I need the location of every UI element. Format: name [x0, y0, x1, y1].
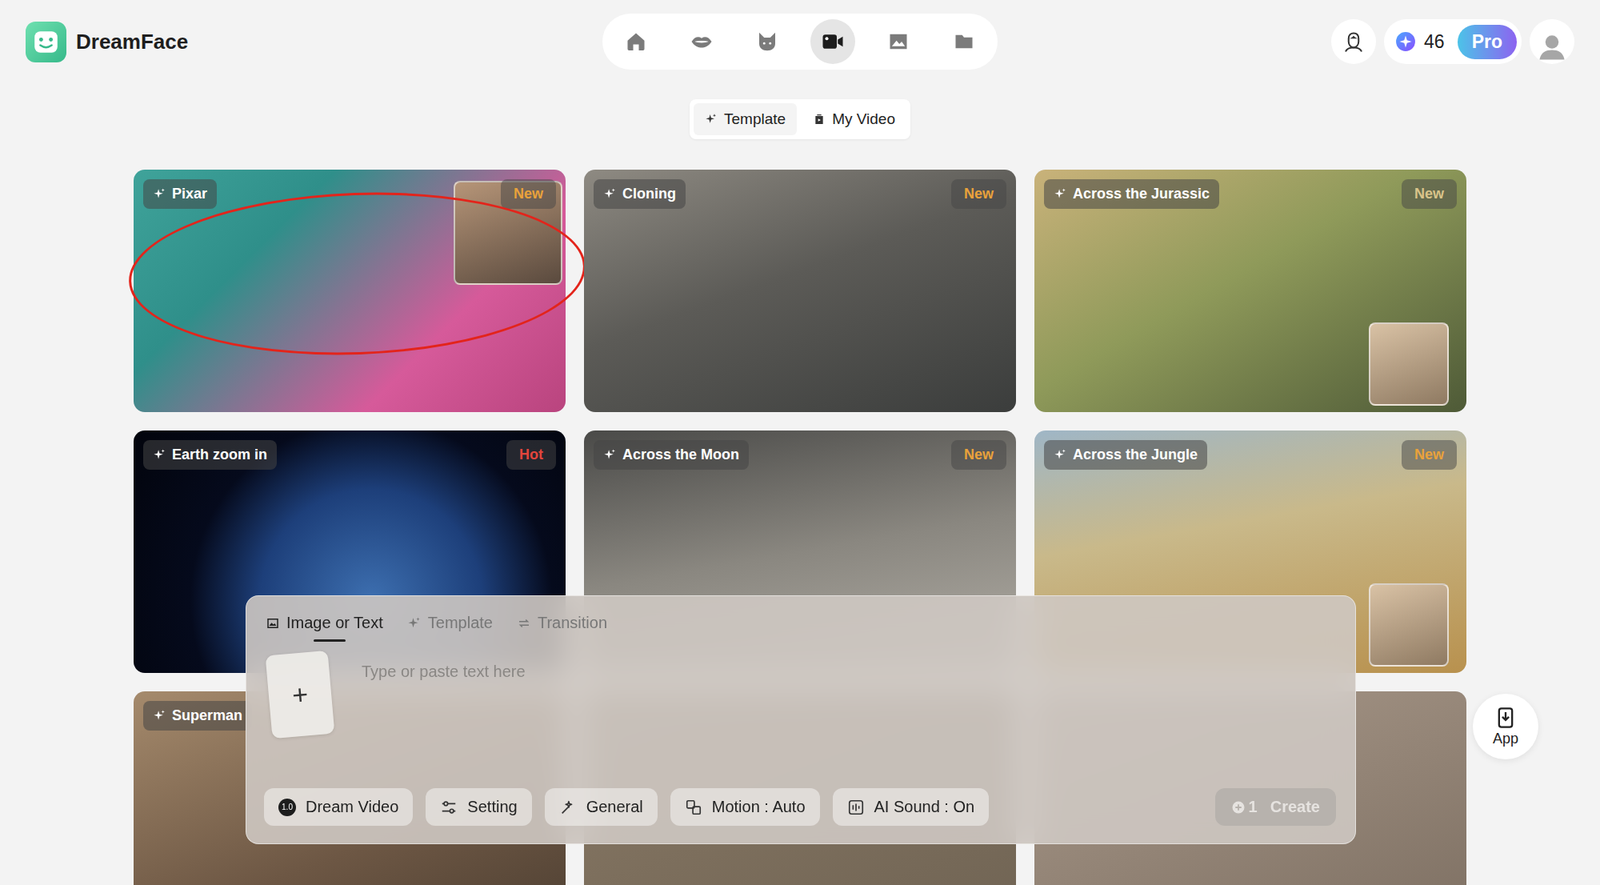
tool-button[interactable]: Motion : Auto: [670, 788, 820, 826]
account-area: 46 Pro: [997, 19, 1575, 64]
template-badge: New: [1401, 440, 1457, 470]
image-icon: [265, 616, 280, 631]
tool-button[interactable]: 1.0Dream Video: [264, 788, 413, 826]
credit-count: 46: [1424, 31, 1445, 53]
top-bar: DreamFace 46 Pro: [0, 0, 1600, 84]
user-avatar[interactable]: [1529, 19, 1575, 64]
face-icon: [1341, 29, 1366, 54]
sparkle-icon: [152, 708, 167, 723]
main-nav: [602, 13, 998, 70]
composer-toolbar: 1.0Dream Video Setting General Motion : Aut…: [264, 788, 1336, 826]
sparkle-icon: [152, 448, 167, 462]
composer-tab[interactable]: Image or Text: [264, 610, 385, 642]
template-title: Earth zoom in: [143, 440, 277, 470]
image-icon: [887, 30, 910, 53]
face-swap-button[interactable]: [1331, 19, 1376, 64]
video-folder-icon: [812, 112, 826, 126]
composer-panel: Image or Text Template Transition +1.0Dream…: [245, 595, 1356, 844]
create-button[interactable]: 1Create: [1215, 788, 1336, 826]
page: DreamFace46ProTemplateMy VideoPixarNewCl…: [0, 0, 1600, 885]
tool-button[interactable]: General: [544, 788, 658, 826]
credit-pill[interactable]: 46 Pro: [1384, 19, 1522, 64]
nav-item[interactable]: [810, 19, 856, 64]
video-icon: [820, 29, 845, 54]
folder-icon: [952, 30, 976, 53]
brand-name[interactable]: DreamFace: [76, 29, 188, 55]
prompt-input[interactable]: [361, 656, 1336, 688]
template-badge: New: [951, 440, 1007, 470]
nav-item[interactable]: [744, 19, 790, 64]
sparkle-icon: [603, 187, 617, 201]
nav-item[interactable]: [941, 19, 987, 64]
sparkle-icon: [1053, 187, 1068, 201]
sparkle-icon: [704, 112, 718, 126]
sparkle-icon: [1053, 448, 1068, 462]
phone-download-icon: [1494, 706, 1517, 729]
template-title: Cloning: [593, 179, 686, 209]
brand[interactable]: DreamFace: [25, 21, 603, 63]
source-thumbnail: [1368, 583, 1449, 667]
tool-button[interactable]: AI Sound : On: [832, 788, 990, 826]
template-title: Across the Jungle: [1044, 440, 1208, 470]
nav-item[interactable]: [876, 19, 921, 64]
wand-icon: [559, 798, 577, 816]
view-tabs: TemplateMy Video: [689, 99, 911, 140]
template-title: Pixar: [143, 179, 217, 209]
sparkle-icon: [152, 187, 167, 201]
sound-icon: [847, 798, 865, 816]
sparkle-icon: [603, 448, 617, 462]
home-icon: [624, 30, 648, 53]
composer-tab[interactable]: Template: [405, 610, 495, 642]
nav-item[interactable]: [679, 19, 724, 64]
view-tab[interactable]: My Video: [801, 103, 907, 136]
source-thumbnail: [1368, 322, 1449, 406]
view-tab[interactable]: Template: [693, 103, 797, 136]
lips-icon: [689, 29, 714, 54]
motion-icon: [684, 798, 703, 816]
template-badge: New: [951, 179, 1007, 209]
user-icon: [1534, 28, 1570, 64]
nav-item[interactable]: [613, 19, 659, 64]
template-card[interactable]: Across the Jurassic New: [1034, 169, 1467, 412]
sliders-icon: [440, 798, 458, 816]
upload-button[interactable]: +: [265, 650, 336, 739]
highlight-ellipse: [126, 184, 589, 363]
template-badge: New: [500, 179, 556, 209]
composer-tabs: Image or Text Template Transition: [264, 610, 1336, 642]
pro-badge[interactable]: Pro: [1457, 24, 1517, 60]
model-version-badge: 1.0: [278, 798, 296, 816]
sparkle-icon: [407, 616, 422, 631]
cat-icon: [755, 29, 780, 54]
template-badge: Hot: [506, 440, 556, 470]
coin-icon: [1231, 800, 1246, 815]
app-download-button[interactable]: App: [1472, 693, 1539, 760]
transition-icon: [516, 616, 532, 631]
composer-tab[interactable]: Transition: [515, 610, 609, 642]
tool-button[interactable]: Setting: [425, 788, 532, 826]
tab-underline: [313, 639, 346, 642]
template-card[interactable]: Cloning New: [584, 169, 1016, 412]
template-title: Across the Moon: [593, 440, 749, 470]
template-card[interactable]: Pixar New: [133, 169, 566, 412]
credit-icon: [1395, 31, 1416, 52]
logo-icon[interactable]: [25, 21, 67, 63]
template-title: Superman: [143, 700, 252, 731]
template-badge: New: [1401, 179, 1457, 209]
template-title: Across the Jurassic: [1044, 179, 1220, 209]
